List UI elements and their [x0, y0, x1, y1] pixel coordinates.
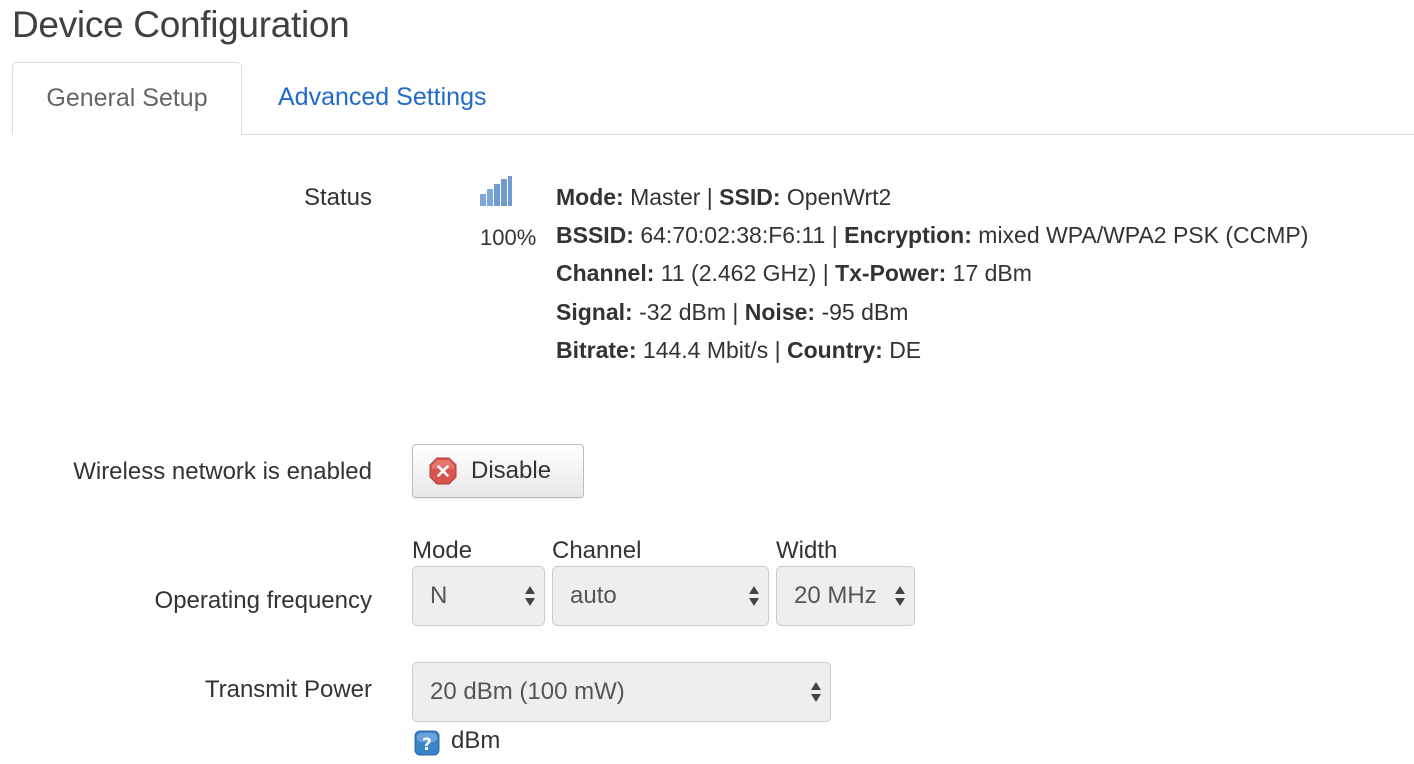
status-key: Channel: [556, 260, 655, 287]
status-value: -32 dBm [639, 298, 726, 325]
width-label: Width [776, 537, 838, 564]
status-details: Mode: Master | SSID: OpenWrt2 BSSID: 64:… [556, 178, 1308, 369]
status-value: -95 dBm [821, 298, 909, 325]
status-value: 11 (2.462 GHz) [660, 260, 817, 287]
status-line-4: Signal: -32 dBm | Noise: -95 dBm [556, 298, 909, 325]
width-select[interactable]: 20 MHz [776, 566, 915, 626]
transmit-power-unit: dBm [451, 727, 501, 754]
updown-arrows-icon [811, 682, 821, 702]
status-value: Master [630, 184, 701, 210]
status-key: Encryption: [844, 222, 972, 249]
stop-icon [429, 457, 457, 485]
channel-label: Channel [552, 537, 642, 564]
channel-select[interactable]: auto [552, 566, 769, 626]
status-key: Signal: [556, 298, 633, 325]
status-value: 17 dBm [952, 260, 1032, 287]
status-key: Bitrate: [556, 336, 637, 363]
status-key: SSID: [719, 184, 781, 210]
status-line-5: Bitrate: 144.4 Mbit/s | Country: DE [556, 336, 922, 363]
signal-bars-icon [480, 176, 512, 206]
updown-arrows-icon [895, 586, 905, 606]
transmit-power-select[interactable]: 20 dBm (100 mW) [412, 662, 831, 722]
status-value: 144.4 Mbit/s [642, 336, 769, 363]
status-line-2: BSSID: 64:70:02:38:F6:11 | Encryption: m… [556, 222, 1309, 249]
tab-bar: General Setup Advanced Settings [12, 62, 1414, 135]
status-key: Tx-Power: [835, 260, 947, 287]
signal-percent: 100% [480, 225, 537, 250]
channel-select-value: auto [570, 582, 617, 609]
status-key: Noise: [744, 298, 816, 325]
width-select-value: 20 MHz [794, 582, 877, 609]
tab-general-setup[interactable]: General Setup [12, 62, 242, 135]
disable-button[interactable]: Disable [412, 444, 584, 498]
updown-arrows-icon [749, 586, 759, 606]
svg-text:?: ? [422, 735, 432, 755]
wireless-enabled-label: Wireless network is enabled [73, 458, 372, 485]
tab-advanced-settings[interactable]: Advanced Settings [278, 62, 486, 132]
status-value: DE [889, 336, 922, 363]
mode-select-value: N [430, 582, 448, 609]
updown-arrows-icon [525, 586, 535, 606]
status-value: OpenWrt2 [786, 184, 892, 210]
transmit-power-label: Transmit Power [204, 676, 372, 703]
help-icon[interactable]: ? [414, 730, 440, 756]
status-key: BSSID: [556, 222, 634, 249]
status-value: 64:70:02:38:F6:11 [640, 222, 826, 249]
page-title: Device Configuration [12, 4, 350, 45]
status-line-3: Channel: 11 (2.462 GHz) | Tx-Power: 17 d… [556, 260, 1032, 287]
status-key: Country: [786, 336, 883, 363]
operating-frequency-label: Operating frequency [154, 587, 372, 614]
transmit-power-select-value: 20 dBm (100 mW) [430, 678, 625, 705]
status-value: mixed WPA/WPA2 PSK (CCMP) [978, 222, 1309, 249]
mode-select[interactable]: N [412, 566, 545, 626]
status-line-1: Mode: Master | SSID: OpenWrt2 [556, 184, 892, 210]
mode-label: Mode [412, 537, 473, 564]
status-label: Status [303, 184, 372, 211]
disable-button-label: Disable [471, 457, 552, 484]
status-key: Mode: [556, 184, 624, 210]
